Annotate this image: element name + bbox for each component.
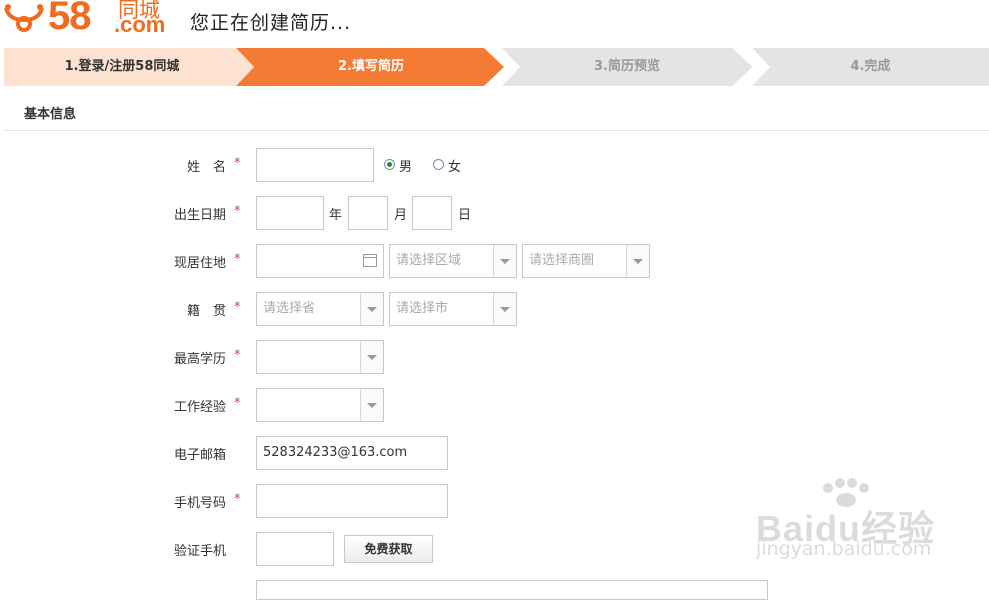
required-mark: * xyxy=(234,348,241,363)
area-placeholder: 请选择区域 xyxy=(396,253,462,268)
section-title: 基本信息 xyxy=(24,107,77,122)
step-fill-resume: 2.填写简历 xyxy=(338,59,404,74)
progress-steps: 1.登录/注册58同城 2.填写简历 3.简历预览 4.完成 xyxy=(4,48,989,86)
gender-male-radio[interactable] xyxy=(384,159,395,170)
province-placeholder: 请选择省 xyxy=(263,301,316,316)
residence-district-select[interactable]: 请选择商圈 xyxy=(522,244,650,278)
name-label: 姓 名 xyxy=(186,160,226,175)
required-mark: * xyxy=(234,492,241,507)
required-mark: * xyxy=(234,396,241,411)
step-complete: 4.完成 xyxy=(850,59,891,74)
chevron-down-icon[interactable] xyxy=(493,245,516,277)
logo-number: 58 xyxy=(48,0,91,38)
chevron-down-icon[interactable] xyxy=(360,293,383,325)
hometown-province-select[interactable]: 请选择省 xyxy=(256,292,384,326)
logo-domain: .com xyxy=(114,12,166,37)
residence-area-select[interactable]: 请选择区域 xyxy=(389,244,517,278)
phone-label: 手机号码 xyxy=(173,496,226,511)
verify-code-input[interactable] xyxy=(256,532,334,566)
hometown-label: 籍 贯 xyxy=(186,304,226,319)
birth-month-input[interactable] xyxy=(348,196,388,230)
chevron-down-icon[interactable] xyxy=(360,341,383,373)
required-mark: * xyxy=(234,300,241,315)
chevron-down-icon[interactable] xyxy=(626,245,649,277)
required-mark: * xyxy=(234,156,241,171)
mascot-icon xyxy=(4,4,44,32)
education-label: 最高学历 xyxy=(173,352,226,367)
birth-day-input[interactable] xyxy=(412,196,452,230)
experience-select[interactable] xyxy=(256,388,384,422)
district-placeholder: 请选择商圈 xyxy=(529,253,595,268)
required-mark: * xyxy=(234,252,241,267)
name-input[interactable] xyxy=(256,148,374,182)
residence-label: 现居住地 xyxy=(173,256,226,271)
chevron-down-icon[interactable] xyxy=(493,293,516,325)
baidu-watermark: Baidu经验 jingyan.baidu.com xyxy=(756,478,946,568)
next-field-input[interactable] xyxy=(256,580,768,600)
watermark-url: jingyan.baidu.com xyxy=(756,538,932,560)
site-logo[interactable]: 58 同城 .com xyxy=(0,0,170,40)
month-unit: 月 xyxy=(394,208,408,223)
education-select[interactable] xyxy=(256,340,384,374)
step-login: 1.登录/注册58同城 xyxy=(64,59,180,74)
get-code-button[interactable]: 免费获取 xyxy=(344,535,433,563)
gender-female-label[interactable]: 女 xyxy=(448,156,461,175)
phone-input[interactable] xyxy=(256,484,448,518)
hometown-city-select[interactable]: 请选择市 xyxy=(389,292,517,326)
email-input[interactable]: 528324233@163.com xyxy=(256,436,448,470)
city-placeholder: 请选择市 xyxy=(396,301,449,316)
calendar-icon[interactable] xyxy=(363,254,377,267)
birthday-label: 出生日期 xyxy=(173,208,226,223)
birth-year-input[interactable] xyxy=(256,196,324,230)
section-divider xyxy=(4,130,989,131)
step-preview: 3.简历预览 xyxy=(594,59,660,74)
gender-male-label[interactable]: 男 xyxy=(399,156,412,175)
email-label: 电子邮箱 xyxy=(173,448,226,463)
experience-label: 工作经验 xyxy=(173,400,226,415)
required-mark: * xyxy=(234,204,241,219)
residence-city-input[interactable] xyxy=(256,244,384,278)
gender-female-radio[interactable] xyxy=(433,159,444,170)
chevron-down-icon[interactable] xyxy=(360,389,383,421)
day-unit: 日 xyxy=(458,208,472,223)
year-unit: 年 xyxy=(329,208,343,223)
verify-label: 验证手机 xyxy=(173,544,226,559)
page-title: 您正在创建简历... xyxy=(190,12,352,34)
